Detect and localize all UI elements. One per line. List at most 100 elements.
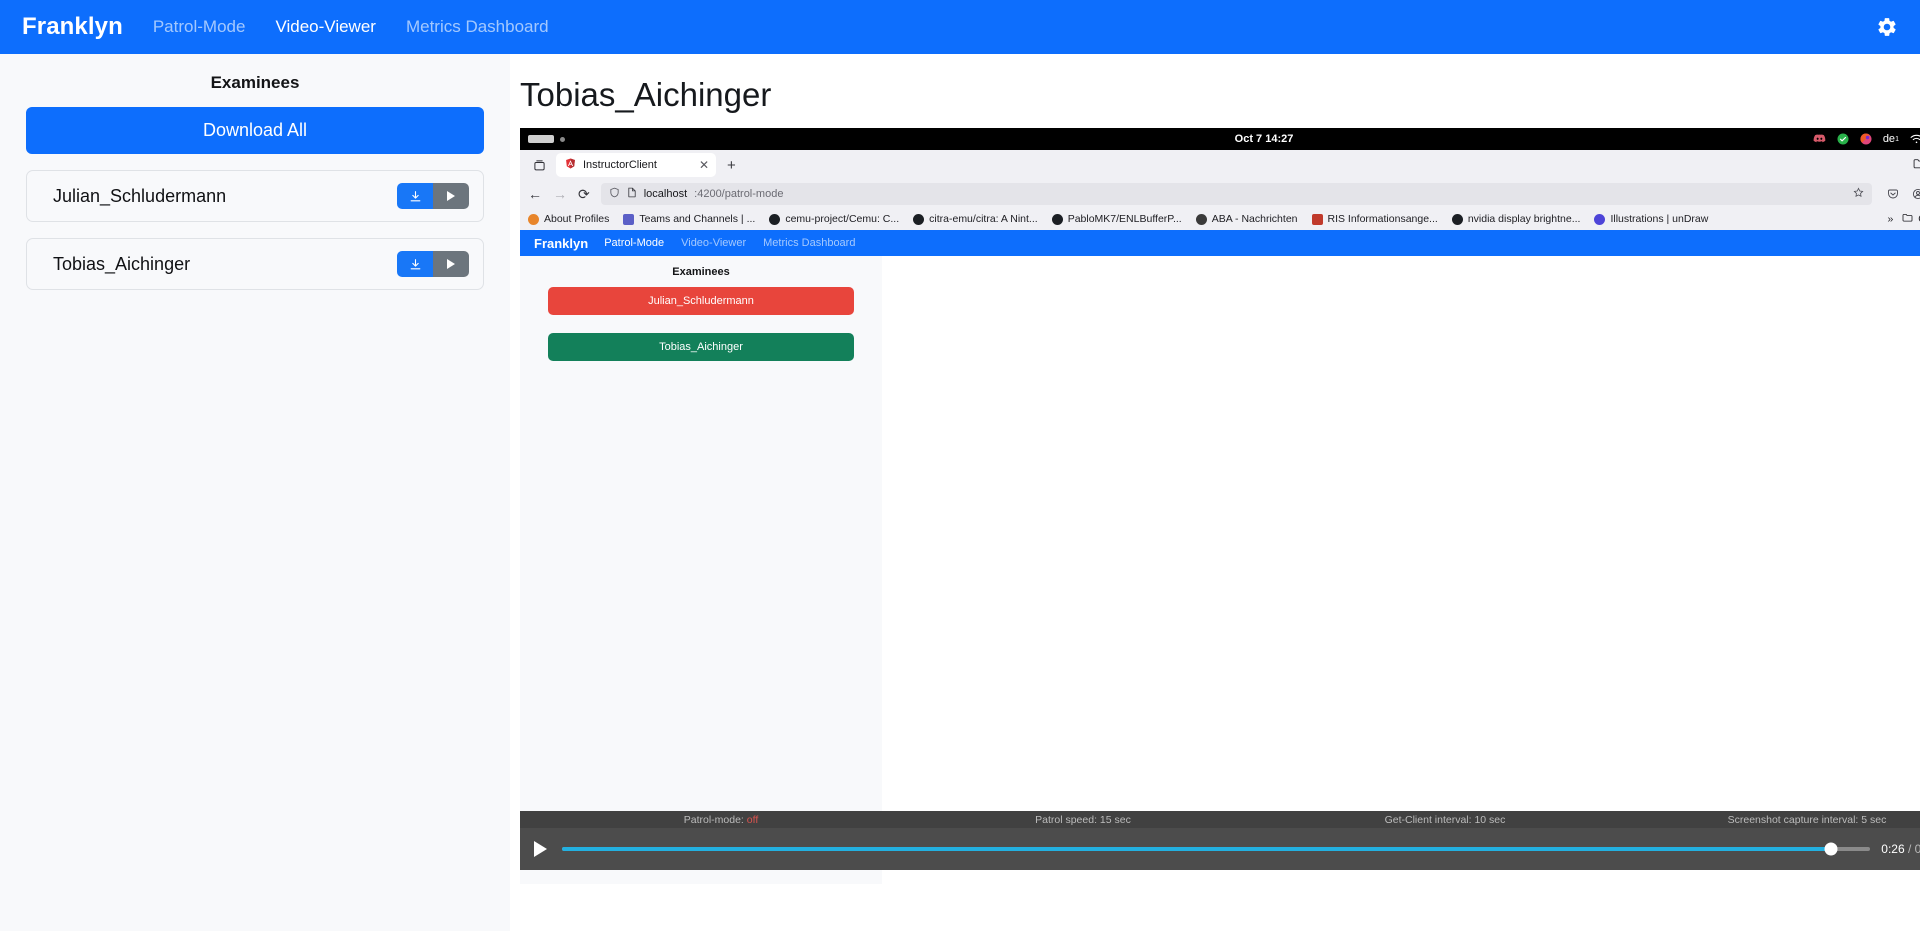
reload-icon[interactable]: ⟳	[578, 186, 590, 203]
time-display: 0:26 / 0:26	[1881, 842, 1920, 856]
bookmark-label: nvidia display brightne...	[1467, 213, 1581, 225]
close-icon[interactable]: ✕	[699, 159, 709, 171]
recorded-nav-link-metrics-dashboard[interactable]: Metrics Dashboard	[763, 237, 855, 249]
download-all-button[interactable]: Download All	[26, 107, 484, 154]
recorded-examinee-button-julian[interactable]: Julian_Schludermann	[548, 287, 854, 315]
play-icon[interactable]	[534, 841, 547, 857]
github-icon	[1451, 213, 1463, 225]
app-brand[interactable]: Franklyn	[22, 13, 123, 41]
time-separator: /	[1904, 842, 1915, 856]
video-player[interactable]: Oct 7 14:27 de 1 InstructorClient ✕ + ← …	[520, 128, 1920, 884]
url-host: localhost	[643, 188, 688, 200]
workspace-dot-icon	[560, 136, 565, 142]
keyboard-layout-label: de	[1882, 133, 1896, 145]
bookmark-label: cemu-project/Cemu: C...	[785, 213, 900, 225]
favicon-icon	[623, 213, 635, 225]
recorded-main-content	[882, 256, 1920, 884]
app-icon	[1860, 133, 1872, 145]
video-viewer-panel: Tobias_Aichinger Oct 7 14:27 de 1 Instru…	[510, 54, 1920, 931]
nav-link-patrol-mode[interactable]: Patrol-Mode	[153, 17, 246, 37]
page-body: Examinees Download All Julian_Schluderma…	[0, 54, 1920, 931]
window-controls: – □ ✕	[1913, 158, 1920, 172]
back-icon[interactable]: ←	[528, 186, 542, 202]
bookmarks-bar: About Profiles Teams and Channels | ... …	[520, 208, 1920, 230]
sidebar: Examinees Download All Julian_Schluderma…	[0, 54, 510, 931]
bookmark-item[interactable]: ABA - Nachrichten	[1195, 213, 1298, 225]
progress-slider[interactable]	[562, 842, 1871, 856]
top-navbar: Franklyn Patrol-Mode Video-Viewer Metric…	[0, 0, 1920, 54]
angular-icon	[565, 158, 576, 172]
examinee-name: Julian_Schludermann	[53, 185, 227, 206]
address-bar[interactable]: localhost :4200/patrol-mode	[600, 183, 1872, 205]
download-icon[interactable]	[397, 251, 433, 277]
bookmark-item[interactable]: citra-emu/citra: A Nint...	[913, 213, 1038, 225]
os-tray: de1 70%	[1813, 133, 1920, 145]
download-icon[interactable]	[397, 183, 433, 209]
bookmark-label: citra-emu/citra: A Nint...	[929, 213, 1038, 225]
github-icon	[913, 213, 925, 225]
bookmark-label: About Profiles	[544, 213, 610, 225]
chevron-double-right-icon[interactable]: »	[1887, 213, 1893, 225]
examinee-name: Tobias_Aichinger	[53, 253, 191, 274]
other-bookmarks-item[interactable]: Other Bookmarks	[1902, 213, 1920, 225]
discord-icon	[1813, 133, 1826, 145]
list-item[interactable]: Tobias_Aichinger	[26, 238, 484, 290]
keyboard-layout-index: 1	[1895, 135, 1899, 143]
bookmark-item[interactable]: Teams and Channels | ...	[623, 213, 755, 225]
play-icon[interactable]	[433, 251, 469, 277]
duration: 0:26	[1914, 842, 1920, 856]
gear-icon[interactable]	[1876, 16, 1898, 38]
favicon-icon	[1594, 213, 1606, 225]
recorded-nav-link-patrol-mode[interactable]: Patrol-Mode	[604, 237, 664, 249]
favicon-icon	[528, 213, 539, 225]
bookmark-star-icon[interactable]	[1853, 187, 1864, 201]
url-path: :4200/patrol-mode	[694, 188, 784, 200]
os-menubar-left	[528, 135, 565, 143]
folder-icon[interactable]	[1913, 158, 1920, 172]
bookmark-label: Teams and Channels | ...	[639, 213, 756, 225]
row-actions	[397, 251, 469, 277]
list-item[interactable]: Julian_Schludermann	[26, 170, 484, 222]
nav-link-video-viewer[interactable]: Video-Viewer	[275, 17, 376, 37]
list-all-tabs-icon[interactable]	[528, 154, 550, 176]
bookmark-item[interactable]: About Profiles	[528, 213, 609, 225]
recorded-examinee-button-tobias[interactable]: Tobias_Aichinger	[548, 333, 854, 361]
video-controls: 0:26 / 0:26	[520, 828, 1920, 870]
github-icon	[769, 213, 781, 225]
window-indicator-icon	[528, 135, 554, 143]
sidebar-title: Examinees	[210, 73, 300, 92]
new-tab-button[interactable]: +	[722, 157, 741, 174]
github-icon	[1051, 213, 1063, 225]
bookmark-item[interactable]: Illustrations | unDraw	[1594, 213, 1708, 225]
bookmark-item[interactable]: RIS Informationsange...	[1311, 213, 1438, 225]
progress-knob[interactable]	[1824, 842, 1838, 856]
recorded-sidebar: Examinees Julian_Schludermann Tobias_Aic…	[520, 256, 882, 884]
bookmark-item[interactable]: cemu-project/Cemu: C...	[769, 213, 899, 225]
toolbar-actions	[1883, 188, 1920, 200]
browser-tab[interactable]: InstructorClient ✕	[556, 153, 716, 177]
shield-icon[interactable]	[609, 187, 620, 201]
row-actions	[397, 183, 469, 209]
save-to-pocket-icon[interactable]	[1887, 188, 1899, 200]
recorded-app-navbar: Franklyn Patrol-Mode Video-Viewer Metric…	[520, 230, 1920, 256]
recorded-nav-link-video-viewer[interactable]: Video-Viewer	[681, 237, 746, 249]
bookmark-label: RIS Informationsange...	[1327, 213, 1438, 225]
play-icon[interactable]	[433, 183, 469, 209]
keyboard-layout-indicator: de 1	[1883, 133, 1899, 145]
bookmark-item[interactable]: nvidia display brightne...	[1451, 213, 1581, 225]
bookmark-item[interactable]: PabloMK7/ENLBufferP...	[1051, 213, 1182, 225]
folder-icon	[1902, 213, 1913, 225]
forward-icon[interactable]: →	[553, 186, 567, 202]
bookmark-label: PabloMK7/ENLBufferP...	[1067, 213, 1182, 225]
check-circle-icon	[1837, 133, 1849, 145]
nav-link-metrics-dashboard[interactable]: Metrics Dashboard	[406, 17, 549, 37]
browser-tab-title: InstructorClient	[583, 159, 657, 171]
recorded-nav-links: Patrol-Mode Video-Viewer Metrics Dashboa…	[604, 237, 855, 249]
nav-links: Patrol-Mode Video-Viewer Metrics Dashboa…	[153, 17, 549, 37]
favicon-icon	[1311, 213, 1323, 225]
recorded-app-brand[interactable]: Franklyn	[534, 236, 588, 251]
browser-tabstrip: InstructorClient ✕ + – □ ✕	[520, 150, 1920, 180]
browser-chrome: InstructorClient ✕ + – □ ✕ ←	[520, 150, 1920, 230]
account-icon[interactable]	[1912, 188, 1920, 200]
page-info-icon[interactable]	[627, 187, 637, 201]
